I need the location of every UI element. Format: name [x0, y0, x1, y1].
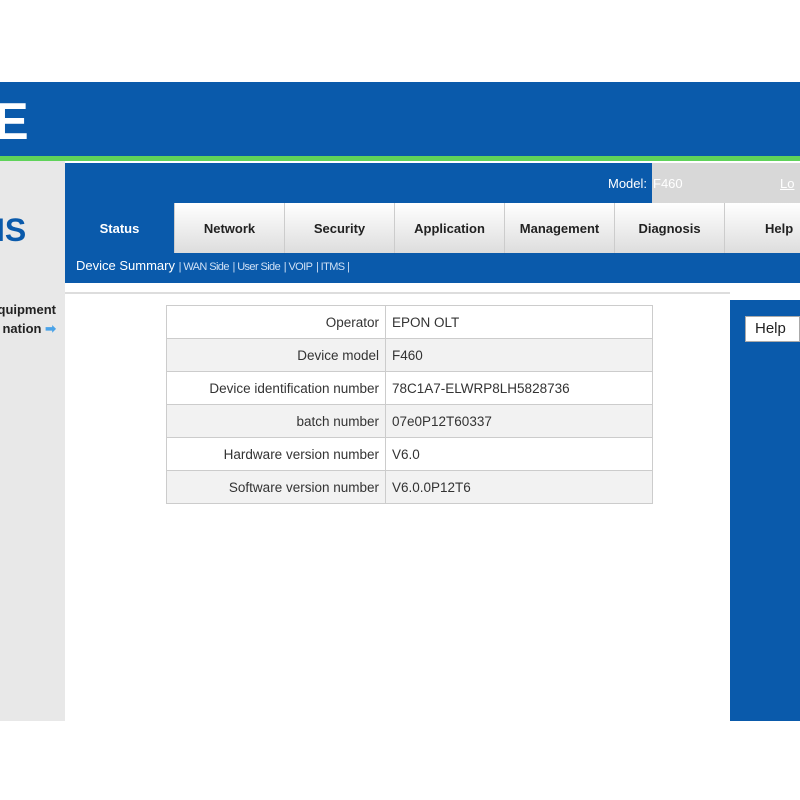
- row-key: batch number: [166, 404, 386, 438]
- tab-status[interactable]: Status: [65, 203, 175, 253]
- top-banner: [0, 82, 800, 158]
- tab-help[interactable]: Help: [725, 203, 800, 253]
- row-key: Device model: [166, 338, 386, 372]
- device-info-table: Operator EPON OLT Device model F460 Device i…: [166, 305, 653, 504]
- row-key: Hardware version number: [166, 437, 386, 471]
- logout-link[interactable]: Lo: [780, 176, 794, 191]
- divider: [0, 156, 800, 161]
- model-value: F460: [653, 176, 683, 191]
- subnav-itms[interactable]: ITMS: [321, 261, 345, 273]
- tab-diagnosis[interactable]: Diagnosis: [615, 203, 725, 253]
- help-button[interactable]: Help: [745, 316, 800, 342]
- help-panel: [730, 300, 800, 721]
- subnav-device-summary[interactable]: Device Summary: [76, 258, 175, 273]
- sub-nav: Device Summary | WAN Side | User Side | …: [76, 258, 350, 273]
- row-value: F460: [385, 338, 653, 372]
- row-key: Software version number: [166, 470, 386, 504]
- row-value: 07e0P12T60337: [385, 404, 653, 438]
- tab-management[interactable]: Management: [505, 203, 615, 253]
- table-row: Operator EPON OLT: [166, 305, 653, 339]
- subnav-wan-side[interactable]: WAN Side: [183, 261, 229, 273]
- brand-text: IS: [0, 212, 27, 248]
- row-key: Operator: [166, 305, 386, 339]
- model-label: Model:: [608, 176, 648, 191]
- row-key: Device identification number: [166, 371, 386, 405]
- table-row: Device identification number 78C1A7-ELWRP…: [166, 371, 653, 405]
- subnav-voip[interactable]: VOIP: [288, 261, 312, 273]
- table-row: batch number 07e0P12T60337: [166, 404, 653, 438]
- tab-network[interactable]: Network: [175, 203, 285, 253]
- row-value: V6.0.0P12T6: [385, 470, 653, 504]
- row-value: EPON OLT: [385, 305, 653, 339]
- row-value: V6.0: [385, 437, 653, 471]
- sidebar-item-equipment-information[interactable]: quipment ➡ nation: [0, 300, 56, 338]
- tab-security[interactable]: Security: [285, 203, 395, 253]
- table-row: Device model F460: [166, 338, 653, 372]
- logo: E: [0, 93, 29, 151]
- subnav-user-side[interactable]: User Side: [237, 261, 281, 273]
- row-value: 78C1A7-ELWRP8LH5828736: [385, 371, 653, 405]
- table-row: Software version number V6.0.0P12T6: [166, 470, 653, 504]
- arrow-right-icon: ➡: [45, 321, 56, 336]
- main-tabs: Status Network Security Application Mana…: [65, 203, 800, 253]
- table-row: Hardware version number V6.0: [166, 437, 653, 471]
- tab-application[interactable]: Application: [395, 203, 505, 253]
